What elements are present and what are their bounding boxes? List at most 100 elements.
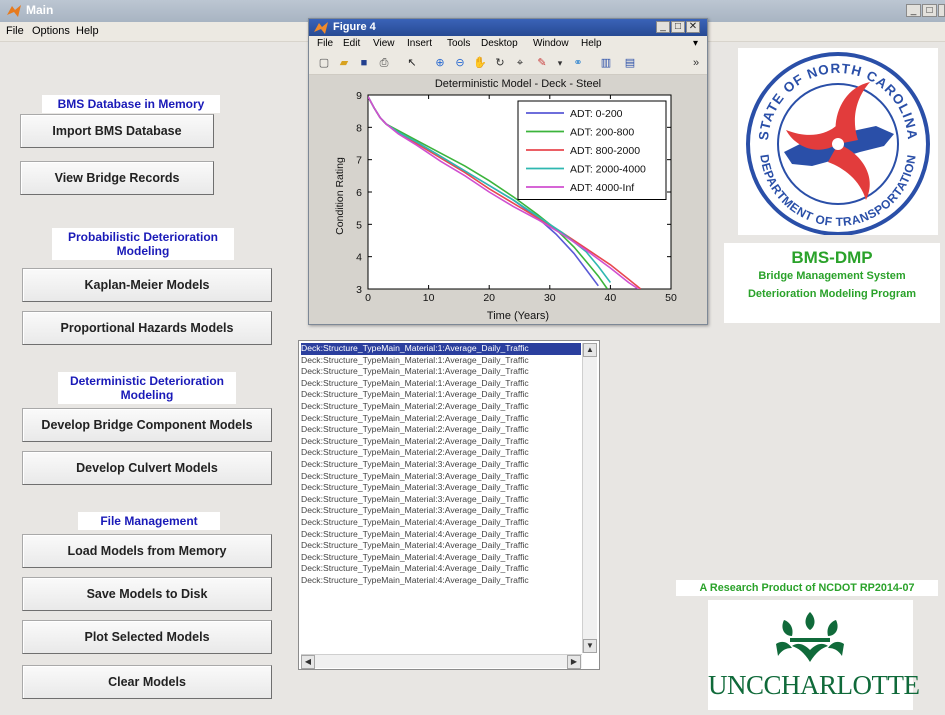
figure-title-bar[interactable]: Figure 4 _ □ ✕ [309,19,707,36]
file-management-label: File Management [78,512,220,530]
kaplan-meier-models-button[interactable]: Kaplan-Meier Models [22,268,272,302]
y-tick-label: 8 [356,122,362,134]
figure-menu-tools[interactable]: Tools [447,38,470,49]
list-item[interactable]: Deck:Structure_TypeMain_Material:2:Avera… [301,424,581,436]
figure-window-title: Figure 4 [333,21,376,33]
save-icon[interactable]: ■ [357,57,371,70]
view-bridge-records-button[interactable]: View Bridge Records [20,161,214,195]
chart-title: Deterministic Model - Deck - Steel [435,78,601,90]
list-item[interactable]: Deck:Structure_TypeMain_Material:1:Avera… [301,343,581,355]
figure-menu-dock-icon[interactable]: ▾ [693,38,698,49]
figure-close-button[interactable]: ✕ [686,21,700,33]
list-item[interactable]: Deck:Structure_TypeMain_Material:3:Avera… [301,505,581,517]
toolbar-overflow-icon[interactable]: » [689,57,703,70]
zoom-out-icon[interactable]: ⊖ [453,57,467,70]
figure-menu-edit[interactable]: Edit [343,38,360,49]
x-tick-label: 50 [665,292,677,304]
legend-label: ADT: 800-2000 [570,145,640,157]
figure-menu-file[interactable]: File [317,38,333,49]
list-item[interactable]: Deck:Structure_TypeMain_Material:3:Avera… [301,482,581,494]
data-cursor-icon[interactable]: ⌖ [513,57,527,70]
figure-menu-insert[interactable]: Insert [407,38,432,49]
y-tick-label: 7 [356,155,362,167]
close-button[interactable] [938,4,945,17]
minimize-button[interactable]: _ [906,4,921,17]
scroll-right-arrow[interactable]: ▶ [567,655,581,669]
list-item[interactable]: Deck:Structure_TypeMain_Material:1:Avera… [301,389,581,401]
list-item[interactable]: Deck:Structure_TypeMain_Material:4:Avera… [301,529,581,541]
list-item[interactable]: Deck:Structure_TypeMain_Material:2:Avera… [301,401,581,413]
figure-canvas: Deterministic Model - Deck - Steel Time … [309,75,707,324]
list-item[interactable]: Deck:Structure_TypeMain_Material:4:Avera… [301,563,581,575]
list-item[interactable]: Deck:Structure_TypeMain_Material:2:Avera… [301,436,581,448]
x-tick-label: 40 [605,292,617,304]
vertical-scrollbar[interactable]: ▲ ▼ [582,343,597,653]
open-folder-icon[interactable]: ▰ [337,57,351,70]
develop-bridge-component-models-button[interactable]: Develop Bridge Component Models [22,408,272,442]
legend-label: ADT: 4000-Inf [570,182,634,194]
maximize-button[interactable]: □ [922,4,937,17]
legend-icon[interactable]: ▤ [623,57,637,70]
plot-selected-models-button[interactable]: Plot Selected Models [22,620,272,654]
legend-label: ADT: 200-800 [570,127,634,139]
probabilistic-label-line1: Probabilistic Deterioration [67,230,219,244]
import-bms-database-button[interactable]: Import BMS Database [20,114,214,148]
figure-menu-desktop[interactable]: Desktop [481,38,518,49]
horizontal-scrollbar[interactable]: ◀ ▶ [301,654,582,669]
deterministic-label-line1: Deterministic Deterioration [69,374,225,388]
list-item[interactable]: Deck:Structure_TypeMain_Material:4:Avera… [301,552,581,564]
ncdot-seal-panel: STATE OF NORTH CAROLINA DEPARTMENT OF TR… [738,48,938,236]
figure-menu-window[interactable]: Window [533,38,569,49]
rotate-icon[interactable]: ↻ [493,57,507,70]
pan-icon[interactable]: ✋ [473,57,487,70]
x-tick-label: 10 [423,292,435,304]
figure-menu-help[interactable]: Help [581,38,602,49]
bms-database-label: BMS Database in Memory [42,95,220,113]
scroll-up-arrow[interactable]: ▲ [583,343,597,357]
figure-window[interactable]: Figure 4 _ □ ✕ File Edit View Insert Too… [308,18,708,325]
legend-label: ADT: 2000-4000 [570,164,646,176]
list-item[interactable]: Deck:Structure_TypeMain_Material:4:Avera… [301,575,581,587]
list-item[interactable]: Deck:Structure_TypeMain_Material:1:Avera… [301,355,581,367]
list-item[interactable]: Deck:Structure_TypeMain_Material:3:Avera… [301,471,581,483]
load-models-button[interactable]: Load Models from Memory [22,534,272,568]
y-axis-label: Condition Rating [334,157,346,235]
probabilistic-modeling-label: Probabilistic Deterioration Modeling [52,228,234,260]
proportional-hazards-models-button[interactable]: Proportional Hazards Models [22,311,272,345]
figure-toolbar: ▢ ▰ ■ ⎙ ↖ ⊕ ⊖ ✋ ↻ ⌖ ✎ ▾ ⚭ ▥ ▤ » [309,53,707,75]
list-item[interactable]: Deck:Structure_TypeMain_Material:3:Avera… [301,459,581,471]
list-item[interactable]: Deck:Structure_TypeMain_Material:4:Avera… [301,540,581,552]
figure-minimize-button[interactable]: _ [656,21,670,33]
figure-menu-view[interactable]: View [373,38,395,49]
brush-dropdown-icon[interactable]: ▾ [553,57,567,70]
list-item[interactable]: Deck:Structure_TypeMain_Material:2:Avera… [301,447,581,459]
ncdot-seal-logo: STATE OF NORTH CAROLINA DEPARTMENT OF TR… [746,52,930,236]
brush-icon[interactable]: ✎ [535,57,549,70]
menu-help[interactable]: Help [76,25,99,37]
deterioration-chart: Deterministic Model - Deck - Steel Time … [334,78,677,322]
list-item[interactable]: Deck:Structure_TypeMain_Material:1:Avera… [301,378,581,390]
scroll-left-arrow[interactable]: ◀ [301,655,315,669]
y-tick-label: 5 [356,219,362,231]
list-item[interactable]: Deck:Structure_TypeMain_Material:3:Avera… [301,494,581,506]
app-subtitle-line1: Bridge Management System [758,270,906,282]
clear-models-button[interactable]: Clear Models [22,665,272,699]
develop-culvert-models-button[interactable]: Develop Culvert Models [22,451,272,485]
print-icon[interactable]: ⎙ [377,57,391,70]
model-listbox[interactable]: Deck:Structure_TypeMain_Material:1:Avera… [298,340,600,670]
menu-options[interactable]: Options [32,25,70,37]
scroll-down-arrow[interactable]: ▼ [583,639,597,653]
link-icon[interactable]: ⚭ [571,57,585,70]
x-axis-label: Time (Years) [487,310,549,322]
menu-file[interactable]: File [6,25,24,37]
list-item[interactable]: Deck:Structure_TypeMain_Material:4:Avera… [301,517,581,529]
new-file-icon[interactable]: ▢ [317,57,331,70]
zoom-in-icon[interactable]: ⊕ [433,57,447,70]
y-tick-label: 4 [356,252,362,264]
list-item[interactable]: Deck:Structure_TypeMain_Material:2:Avera… [301,413,581,425]
save-models-button[interactable]: Save Models to Disk [22,577,272,611]
figure-maximize-button[interactable]: □ [671,21,685,33]
colorbar-icon[interactable]: ▥ [599,57,613,70]
list-item[interactable]: Deck:Structure_TypeMain_Material:1:Avera… [301,366,581,378]
pointer-icon[interactable]: ↖ [405,57,419,70]
